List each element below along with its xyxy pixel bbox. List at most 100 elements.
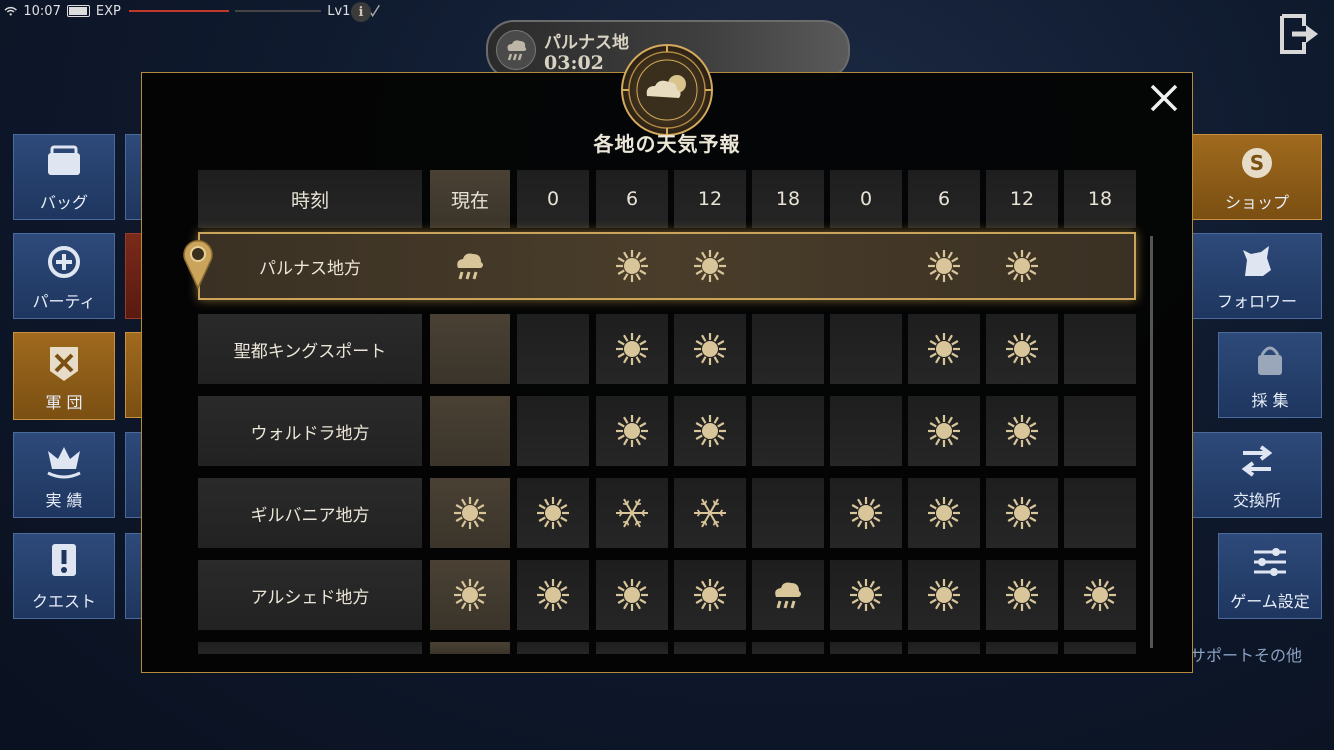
legion-icon	[50, 347, 78, 381]
header-hour-text: 0	[859, 188, 873, 210]
moon-icon	[780, 336, 793, 362]
header-hour-text: 12	[697, 188, 723, 210]
weather-cell	[752, 234, 824, 298]
banner-time: 03:02	[544, 52, 604, 74]
region-name-text: 聖都キングスポート	[233, 341, 387, 362]
weather-cell	[517, 396, 589, 466]
weather-cell	[517, 560, 589, 630]
battery-icon	[66, 5, 90, 17]
menu-gather-button[interactable]: 採 集	[1218, 332, 1322, 418]
scrollbar[interactable]	[1150, 236, 1153, 648]
weather-cell	[674, 314, 746, 384]
exit-icon[interactable]	[1278, 12, 1322, 56]
region-name[interactable]: 聖都キングスポート	[198, 314, 422, 384]
region-name[interactable]: パルナス地方	[198, 234, 422, 298]
weather-cell	[1064, 396, 1136, 466]
menu-follower-button[interactable]: フォロワー	[1192, 233, 1322, 319]
close-icon[interactable]	[1148, 82, 1180, 114]
header-hour-text: 6	[625, 188, 639, 210]
partial-row-cell	[517, 642, 589, 654]
sun-icon	[694, 579, 726, 611]
weather-cell	[830, 560, 902, 630]
menu-label: ショップ	[1224, 193, 1289, 212]
sun-icon	[928, 579, 960, 611]
moon-icon	[780, 500, 793, 526]
weather-emblem-icon	[621, 44, 713, 136]
weather-cell	[1064, 478, 1136, 548]
weather-cell	[596, 478, 668, 548]
sun-icon	[850, 579, 882, 611]
moon-icon	[1092, 418, 1105, 444]
partial-row-cell	[674, 642, 746, 654]
moon-icon	[462, 336, 475, 362]
partial-row-cell	[430, 642, 510, 654]
sun-icon	[1006, 497, 1038, 529]
weather-cell	[1064, 560, 1136, 630]
region-name-text: パルナス地方	[259, 258, 361, 279]
sun-icon	[1006, 333, 1038, 365]
region-name[interactable]: アルシェド地方	[198, 560, 422, 630]
menu-achievement-button[interactable]: 実 績	[13, 432, 115, 518]
clock: 10:07	[23, 3, 61, 19]
exp-label: EXP	[95, 3, 121, 19]
partial-row-cell	[1064, 642, 1136, 654]
wifi-icon	[4, 6, 17, 16]
header-hour-text: 12	[1009, 188, 1035, 210]
sun-icon	[928, 250, 960, 282]
sun-icon	[616, 333, 648, 365]
weather-cell	[517, 478, 589, 548]
region-name-text: ギルバニア地方	[250, 505, 370, 526]
sun-icon	[694, 250, 726, 282]
menu-label: バッグ	[39, 193, 88, 212]
sun-icon	[1084, 579, 1116, 611]
sun-icon	[1006, 579, 1038, 611]
sun-icon	[928, 497, 960, 529]
region-name[interactable]: ウォルドラ地方	[198, 396, 422, 466]
menu-exchange-button[interactable]: 交換所	[1192, 432, 1322, 518]
settings-icon	[1254, 548, 1286, 576]
menu-settings-button[interactable]: ゲーム設定	[1218, 533, 1322, 619]
region-name[interactable]: ギルバニア地方	[198, 478, 422, 548]
exchange-icon	[1241, 445, 1273, 477]
weather-cell	[674, 234, 746, 298]
weather-cell	[430, 478, 510, 548]
menu-quest-button[interactable]: クエスト	[13, 533, 115, 619]
weather-cell	[674, 560, 746, 630]
moon-icon	[1092, 253, 1105, 279]
header-hour: 12	[986, 170, 1058, 228]
partial-row-cell	[198, 642, 422, 654]
region-name-text: ウォルドラ地方	[250, 423, 370, 444]
header-hour: 0	[517, 170, 589, 228]
banner-region: パルナス地	[544, 33, 629, 53]
info-button[interactable]: i	[351, 2, 371, 22]
exp-track	[235, 10, 322, 12]
weather-cell	[430, 396, 510, 466]
weather-cell	[596, 396, 668, 466]
moon-icon	[858, 418, 871, 444]
weather-cell	[1064, 234, 1136, 298]
weather-cell	[517, 234, 589, 298]
menu-label: ゲーム設定	[1230, 592, 1310, 611]
weather-cell	[908, 478, 980, 548]
partial-row-cell	[752, 642, 824, 654]
header-hour-text: 0	[546, 188, 560, 210]
support-other-label[interactable]: サポートその他	[1190, 640, 1320, 668]
follower-icon	[1243, 246, 1271, 276]
moon-icon	[545, 336, 558, 362]
snowflake-icon	[694, 498, 726, 528]
weather-cell	[986, 234, 1058, 298]
menu-party-button[interactable]: パーティ	[13, 233, 115, 319]
weather-cell	[986, 560, 1058, 630]
rain-cloud-icon	[496, 30, 536, 70]
header-hour: 0	[830, 170, 902, 228]
weather-cell	[908, 560, 980, 630]
menu-label: クエスト	[31, 592, 96, 611]
sun-icon	[537, 497, 569, 529]
menu-legion-button[interactable]: 軍 団	[13, 332, 115, 420]
weather-cell	[986, 396, 1058, 466]
weather-cell	[752, 560, 824, 630]
sun-icon	[694, 333, 726, 365]
weather-cell	[674, 396, 746, 466]
achievement-icon	[47, 447, 81, 479]
menu-label: 実 績	[45, 491, 83, 510]
